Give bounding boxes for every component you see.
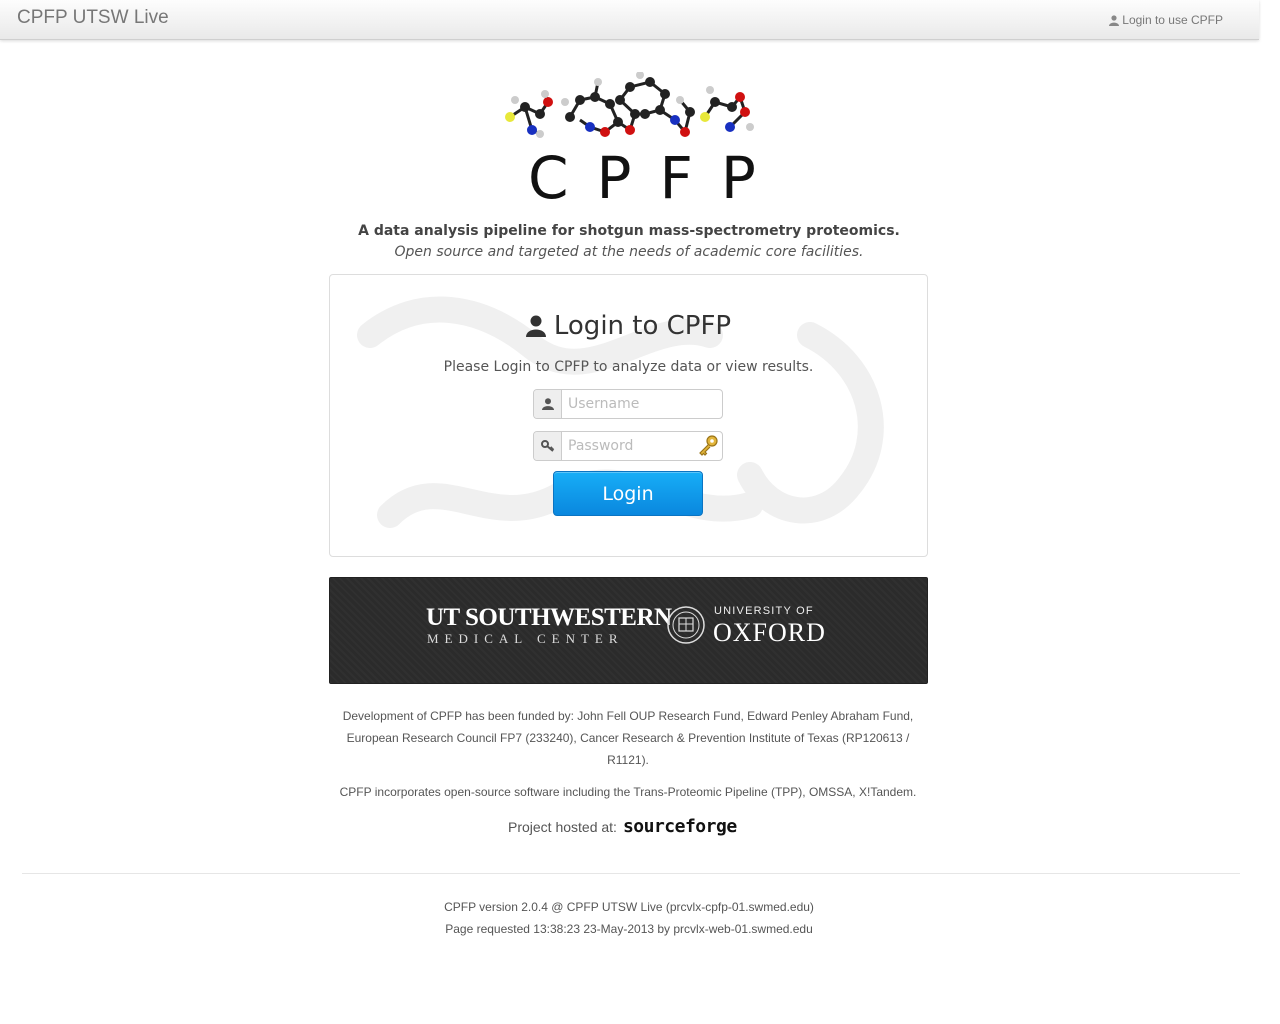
footer-divider bbox=[22, 873, 1240, 874]
user-icon bbox=[525, 315, 546, 337]
login-title: Login to CPFP bbox=[553, 311, 732, 341]
login-nav-link[interactable]: Login to use CPFP bbox=[1109, 13, 1223, 27]
username-field bbox=[533, 389, 723, 419]
user-icon bbox=[1109, 14, 1120, 26]
login-description: Please Login to CPFP to analyze data or … bbox=[443, 359, 814, 375]
footer-version: CPFP version 2.0.4 @ CPFP UTSW Live (prc… bbox=[444, 900, 814, 914]
sourceforge-logo-link[interactable]: sourceforge bbox=[623, 816, 737, 837]
login-heading: Login to CPFP bbox=[330, 311, 927, 341]
cpfp-logo: CPFP bbox=[500, 71, 784, 212]
tagline-primary: A data analysis pipeline for shotgun mas… bbox=[358, 223, 900, 239]
funding-text: Development of CPFP has been funded by: … bbox=[342, 709, 914, 767]
password-addon bbox=[534, 432, 562, 460]
footer-requested: Page requested 13:38:23 23-May-2013 by p… bbox=[445, 922, 813, 936]
login-nav-label: Login to use CPFP bbox=[1122, 13, 1223, 27]
utsw-logo-text: UT SOUTHWESTERN bbox=[426, 604, 672, 631]
username-input[interactable] bbox=[562, 390, 722, 418]
password-field bbox=[533, 431, 723, 461]
oxford-logo-text: OXFORD bbox=[713, 618, 826, 647]
hosted-at: Project hosted at: sourceforge bbox=[508, 816, 737, 837]
password-key-icon bbox=[699, 435, 718, 456]
oxford-logo-small-text: UNIVERSITY OF bbox=[714, 605, 814, 617]
hosted-label: Project hosted at: bbox=[508, 818, 617, 835]
top-navbar: CPFP UTSW Live Login to use CPFP bbox=[0, 0, 1259, 40]
brand-link[interactable]: CPFP UTSW Live bbox=[17, 7, 169, 29]
tagline-secondary: Open source and targeted at the needs of… bbox=[394, 244, 864, 260]
key-icon bbox=[540, 440, 554, 452]
oxford-seal-icon bbox=[667, 606, 705, 644]
logo-text: CPFP bbox=[528, 144, 784, 212]
utsw-logo-subtext: MEDICAL CENTER bbox=[427, 631, 624, 646]
sponsor-banner: UT SOUTHWESTERN MEDICAL CENTER UNIVERSIT… bbox=[329, 577, 928, 684]
login-button[interactable]: Login bbox=[553, 471, 703, 516]
incorporates-text: CPFP incorporates open-source software i… bbox=[339, 785, 917, 799]
user-icon bbox=[541, 398, 554, 410]
login-panel: Login to CPFP Please Login to CPFP to an… bbox=[329, 274, 928, 557]
username-addon bbox=[534, 390, 562, 418]
